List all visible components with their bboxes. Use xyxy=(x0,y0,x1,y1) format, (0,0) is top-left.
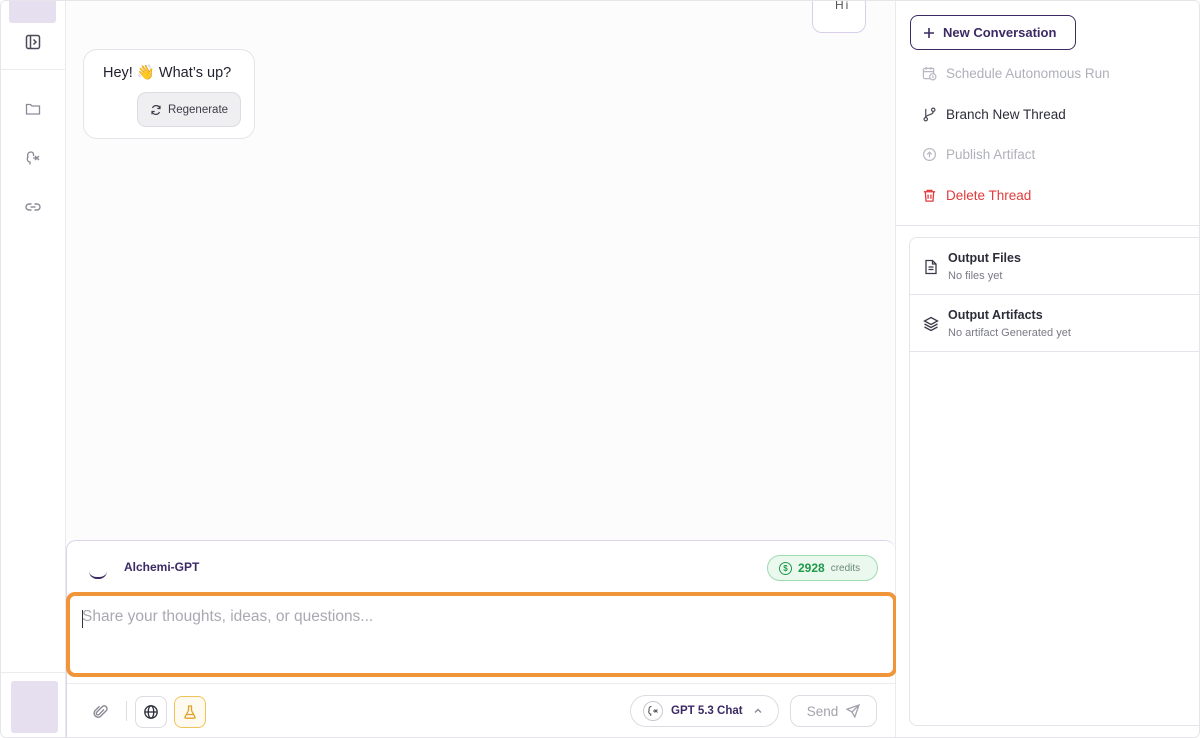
file-text-icon xyxy=(923,259,939,275)
schedule-run-button[interactable]: Schedule Autonomous Run xyxy=(921,65,1110,81)
toolbar-divider xyxy=(126,701,127,721)
new-conversation-label: New Conversation xyxy=(943,25,1057,40)
composer-divider xyxy=(67,683,896,684)
publish-artifact-label: Publish Artifact xyxy=(946,146,1036,162)
regenerate-button[interactable]: Regenerate xyxy=(137,92,241,127)
globe-icon xyxy=(144,705,158,719)
git-branch-icon xyxy=(921,106,937,122)
chevron-up-icon xyxy=(754,708,762,713)
chat-area: Hi Hey! 👋 What’s up? Regenerate Alchemi-… xyxy=(66,0,897,737)
model-picker-label: GPT 5.3 Chat xyxy=(671,705,743,717)
rail-divider xyxy=(1,69,66,70)
branch-thread-label: Branch New Thread xyxy=(946,106,1066,122)
user-message-bubble: Hi xyxy=(812,0,866,33)
panel-divider xyxy=(896,225,1199,226)
composer: Alchemi-GPT $ 2928 credits Share your th… xyxy=(66,540,897,737)
credits-label: credits xyxy=(830,562,861,574)
assistant-message-text: Hey! 👋 What’s up? xyxy=(103,65,232,81)
message-input[interactable] xyxy=(82,608,872,662)
publish-artifact-button[interactable]: Publish Artifact xyxy=(921,146,1035,162)
branch-thread-button[interactable]: Branch New Thread xyxy=(921,106,1066,122)
delete-thread-label: Delete Thread xyxy=(946,187,1032,203)
sidebar-toggle-icon xyxy=(25,34,41,50)
send-icon xyxy=(846,704,861,718)
trash-icon xyxy=(921,187,937,203)
sidebar-toggle-button[interactable] xyxy=(21,30,45,54)
delete-thread-button[interactable]: Delete Thread xyxy=(921,187,1031,203)
brain-icon xyxy=(26,151,40,165)
calendar-clock-icon xyxy=(921,65,937,81)
send-label: Send xyxy=(806,703,839,719)
model-logo xyxy=(89,571,107,579)
credits-badge: $ 2928 credits xyxy=(767,555,878,581)
schedule-run-label: Schedule Autonomous Run xyxy=(946,65,1110,81)
link-icon xyxy=(25,203,41,211)
folder-icon xyxy=(25,103,41,115)
brain-icon xyxy=(643,701,663,721)
regenerate-label: Regenerate xyxy=(167,103,229,116)
output-files-title: Output Files xyxy=(948,251,1021,265)
layers-icon xyxy=(923,316,939,332)
dollar-icon: $ xyxy=(779,561,792,575)
model-name: Alchemi-GPT xyxy=(124,560,200,574)
left-rail xyxy=(1,1,66,737)
send-button[interactable]: Send xyxy=(790,695,877,727)
user-message-text: Hi xyxy=(835,0,851,12)
plus-icon xyxy=(924,27,934,38)
app-window: Hi Hey! 👋 What’s up? Regenerate Alchemi-… xyxy=(0,0,1200,738)
right-panel: New Conversation Schedule Autonomous Run… xyxy=(896,1,1199,737)
upload-circle-icon xyxy=(921,146,937,162)
links-button[interactable] xyxy=(21,195,45,219)
output-files-status: No files yet xyxy=(948,270,1003,282)
text-caret xyxy=(82,610,83,628)
rail-divider xyxy=(1,672,66,673)
workspace-logo[interactable] xyxy=(9,1,56,23)
attach-button[interactable] xyxy=(85,696,117,728)
assistant-message-bubble: Hey! 👋 What’s up? Regenerate xyxy=(83,49,255,139)
model-picker[interactable]: GPT 5.3 Chat xyxy=(630,695,779,727)
web-search-toggle[interactable] xyxy=(135,696,167,728)
folders-button[interactable] xyxy=(21,97,45,121)
lab-mode-toggle[interactable] xyxy=(174,696,206,728)
avatar[interactable] xyxy=(11,681,58,733)
output-artifacts-item[interactable]: Output Artifacts No artifact Generated y… xyxy=(910,295,1199,352)
output-artifacts-title: Output Artifacts xyxy=(948,308,1043,322)
flask-icon xyxy=(184,705,196,719)
output-artifacts-status: No artifact Generated yet xyxy=(948,327,1071,339)
outputs-panel: Output Files No files yet Output Artifac… xyxy=(909,237,1199,726)
new-conversation-button[interactable]: New Conversation xyxy=(910,15,1076,50)
credits-value: 2928 xyxy=(798,561,825,575)
paperclip-icon xyxy=(93,705,108,718)
refresh-icon xyxy=(151,104,161,115)
message-input-container xyxy=(66,592,897,677)
output-files-item[interactable]: Output Files No files yet xyxy=(910,238,1199,295)
knowledge-button[interactable] xyxy=(21,146,45,170)
